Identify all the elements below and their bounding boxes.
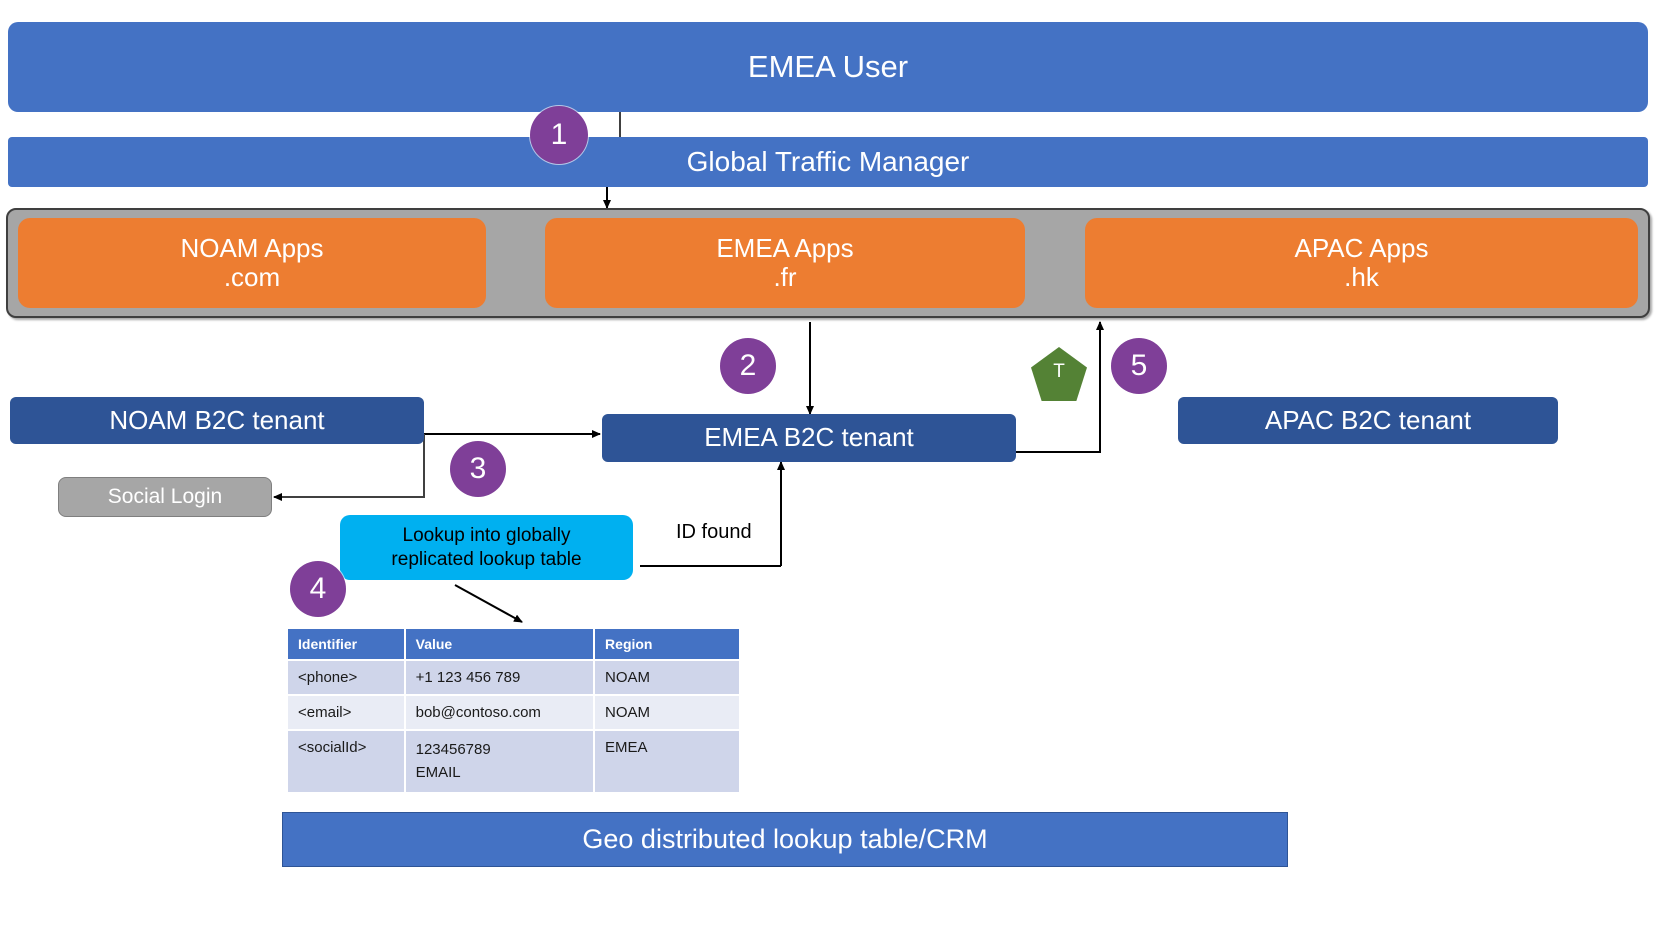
table-row: <phone> +1 123 456 789 NOAM bbox=[286, 659, 741, 696]
tenant-emea-label: EMEA B2C tenant bbox=[704, 422, 914, 453]
lookup-callout-text: Lookup into globally replicated lookup t… bbox=[391, 524, 582, 570]
tenant-emea[interactable]: EMEA B2C tenant bbox=[602, 414, 1016, 462]
step-1-number: 1 bbox=[550, 118, 568, 151]
geo-lookup-label: Geo distributed lookup table/CRM bbox=[582, 824, 988, 855]
app-card-apac[interactable]: APAC Apps .hk bbox=[1085, 218, 1638, 308]
lookup-callout: Lookup into globally replicated lookup t… bbox=[340, 515, 633, 580]
step-4-number: 4 bbox=[309, 572, 327, 605]
global-traffic-manager-label: Global Traffic Manager bbox=[686, 146, 970, 178]
app-emea-domain: .fr bbox=[773, 262, 797, 292]
app-apac-domain: .hk bbox=[1344, 262, 1379, 292]
table-header-row: Identifier Value Region bbox=[286, 627, 741, 661]
step-badge-4: 4 bbox=[290, 561, 346, 617]
step-5-number: 5 bbox=[1130, 349, 1148, 382]
table-row: <email> bob@contoso.com NOAM bbox=[286, 694, 741, 731]
lookup-table-wrapper: Identifier Value Region <phone> +1 123 4… bbox=[286, 627, 741, 794]
cell-identifier: <phone> bbox=[286, 659, 406, 696]
social-login-box[interactable]: Social Login bbox=[58, 477, 272, 517]
app-noam-domain: .com bbox=[223, 262, 281, 292]
cell-value: +1 123 456 789 bbox=[403, 659, 596, 696]
step-2-number: 2 bbox=[739, 349, 757, 382]
cell-identifier: <socialId> bbox=[286, 729, 406, 794]
step-3-number: 3 bbox=[469, 452, 487, 485]
cell-region: NOAM bbox=[593, 694, 741, 731]
table-header-value: Value bbox=[403, 627, 596, 661]
step-badge-3: 3 bbox=[450, 441, 506, 497]
table-header-identifier: Identifier bbox=[286, 627, 406, 661]
step-badge-2: 2 bbox=[720, 338, 776, 394]
cell-value: 123456789 EMAIL bbox=[403, 729, 596, 794]
id-found-label: ID found bbox=[676, 521, 752, 544]
app-card-emea[interactable]: EMEA Apps .fr bbox=[545, 218, 1025, 308]
tenant-apac[interactable]: APAC B2C tenant bbox=[1178, 397, 1558, 444]
app-apac-name: APAC Apps bbox=[1294, 232, 1429, 263]
tenant-apac-label: APAC B2C tenant bbox=[1264, 404, 1472, 435]
cell-value: bob@contoso.com bbox=[403, 694, 596, 731]
table-row: <socialId> 123456789 EMAIL EMEA bbox=[286, 729, 741, 794]
cell-region: EMEA bbox=[593, 729, 741, 794]
lookup-table: Identifier Value Region <phone> +1 123 4… bbox=[286, 627, 741, 794]
tenant-noam-label: NOAM B2C tenant bbox=[109, 404, 325, 435]
step-badge-5: 5 bbox=[1111, 338, 1167, 394]
diagram-canvas: EMEA User Global Traffic Manager NOAM Ap… bbox=[0, 0, 1656, 930]
token-pentagon-icon: T bbox=[1031, 347, 1087, 401]
global-traffic-manager-bar: Global Traffic Manager bbox=[8, 137, 1648, 187]
app-card-noam[interactable]: NOAM Apps .com bbox=[18, 218, 486, 308]
emea-user-bar: EMEA User bbox=[8, 22, 1648, 112]
app-emea-name: EMEA Apps bbox=[716, 232, 854, 263]
social-login-label: Social Login bbox=[107, 485, 223, 509]
table-header-region: Region bbox=[593, 627, 741, 661]
emea-user-label: EMEA User bbox=[747, 48, 909, 84]
geo-lookup-bar: Geo distributed lookup table/CRM bbox=[282, 812, 1288, 867]
step-badge-1: 1 bbox=[530, 106, 588, 164]
cell-region: NOAM bbox=[593, 659, 741, 696]
id-found-text: ID found bbox=[676, 521, 752, 543]
app-noam-name: NOAM Apps bbox=[180, 232, 324, 263]
token-letter: T bbox=[1053, 361, 1065, 382]
cell-identifier: <email> bbox=[286, 694, 406, 731]
tenant-noam[interactable]: NOAM B2C tenant bbox=[10, 397, 424, 444]
